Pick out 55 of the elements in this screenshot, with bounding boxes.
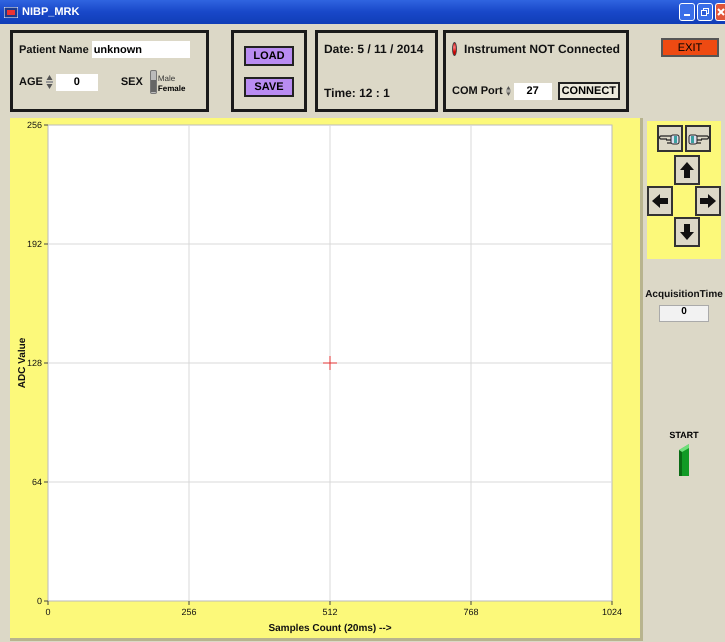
close-button[interactable] (715, 3, 725, 21)
y-tick-label: 64 (32, 477, 42, 487)
status-text: Instrument NOT Connected (464, 42, 620, 56)
acquisition-time-label: AcquisitionTime (645, 289, 723, 300)
app-icon (4, 6, 18, 18)
close-icon (716, 8, 724, 16)
date-text: Date: 5 / 11 / 2014 (324, 42, 424, 56)
port-field[interactable]: 27 (514, 82, 552, 100)
spinner-arrows-icon (46, 74, 53, 90)
arrow-icon (652, 192, 668, 210)
arrow-icon (700, 192, 716, 210)
arrow-icon (679, 161, 695, 179)
acquisition-time-value: 0 (659, 305, 709, 322)
right-arrow-button[interactable] (695, 186, 721, 216)
restore-button[interactable] (697, 3, 713, 21)
y-axis-label: ADC Value (17, 338, 28, 388)
tick-mark (44, 124, 48, 126)
x-tick-label: 768 (463, 607, 479, 617)
toggle-switch[interactable] (150, 70, 157, 94)
y-tick-label: 128 (26, 358, 42, 368)
field-label: AGE (19, 76, 43, 88)
y-tick-label: 0 (36, 596, 42, 606)
x-tick-label: 0 (46, 607, 50, 617)
switch-option-label: Female (158, 84, 186, 94)
up-arrow-button[interactable] (674, 155, 700, 185)
x-tick-label: 1024 (602, 607, 622, 617)
save-button[interactable]: SAVE (244, 76, 294, 96)
x-tick-label: 256 (181, 607, 197, 617)
load-button[interactable]: LOAD (244, 46, 294, 66)
window-title: NIBP_MRK (22, 6, 80, 18)
minimize-button[interactable] (679, 3, 695, 21)
x-axis-label: Samples Count (20ms) --> (268, 623, 392, 634)
tick-mark (470, 600, 472, 606)
exit-button[interactable]: EXIT (661, 38, 719, 57)
switch-option-label: Male (158, 74, 176, 84)
field-label: Patient Name (19, 44, 89, 56)
restore-icon (701, 8, 709, 16)
y-tick-label: 256 (26, 120, 42, 130)
x-tick-label: 512 (322, 607, 338, 617)
down-arrow-button[interactable] (674, 217, 700, 247)
left-hand-button[interactable] (657, 125, 683, 152)
tick-mark (188, 600, 190, 606)
age-field[interactable]: 0 (56, 74, 98, 90)
toggle-switch-icon (676, 444, 692, 476)
time-text: Time: 12 : 1 (324, 86, 391, 100)
connect-button[interactable]: CONNECT (558, 82, 620, 100)
field-label: COM Port (452, 85, 503, 97)
start-label: START (669, 430, 699, 440)
field-label: SEX (120, 76, 143, 88)
right-hand-button[interactable] (685, 125, 711, 152)
left-arrow-button[interactable] (647, 186, 673, 216)
tick-mark (44, 362, 48, 364)
name-field[interactable]: unknown (92, 41, 190, 58)
y-tick-label: 192 (26, 239, 42, 249)
arrow-icon (679, 223, 695, 241)
